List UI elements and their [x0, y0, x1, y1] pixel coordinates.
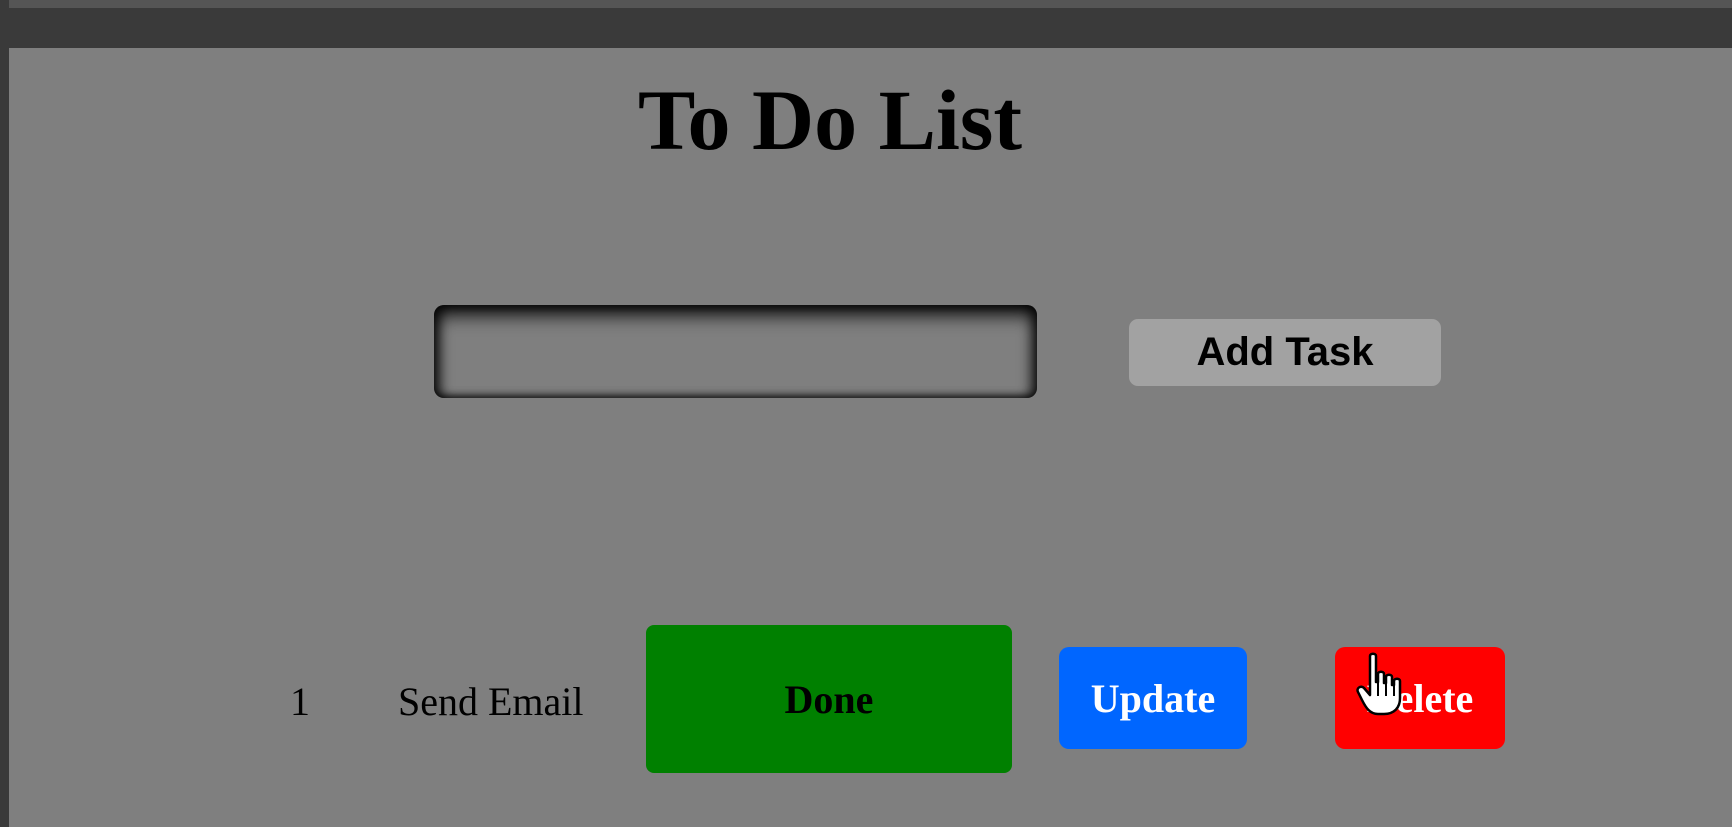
browser-top-bar — [0, 0, 1732, 48]
task-row: 1 Send Email Done Update Delete — [0, 625, 1732, 775]
update-button[interactable]: Update — [1059, 647, 1247, 749]
done-button[interactable]: Done — [646, 625, 1012, 773]
task-number: 1 — [290, 679, 310, 724]
add-task-button[interactable]: Add Task — [1129, 319, 1441, 386]
app-window: To Do List Add Task 1 Send Email Done Up… — [0, 0, 1732, 827]
hand-pointer-cursor-icon — [1356, 652, 1402, 716]
task-input[interactable] — [434, 305, 1037, 398]
task-text: Send Email — [398, 679, 584, 724]
page-title: To Do List — [638, 72, 1022, 168]
